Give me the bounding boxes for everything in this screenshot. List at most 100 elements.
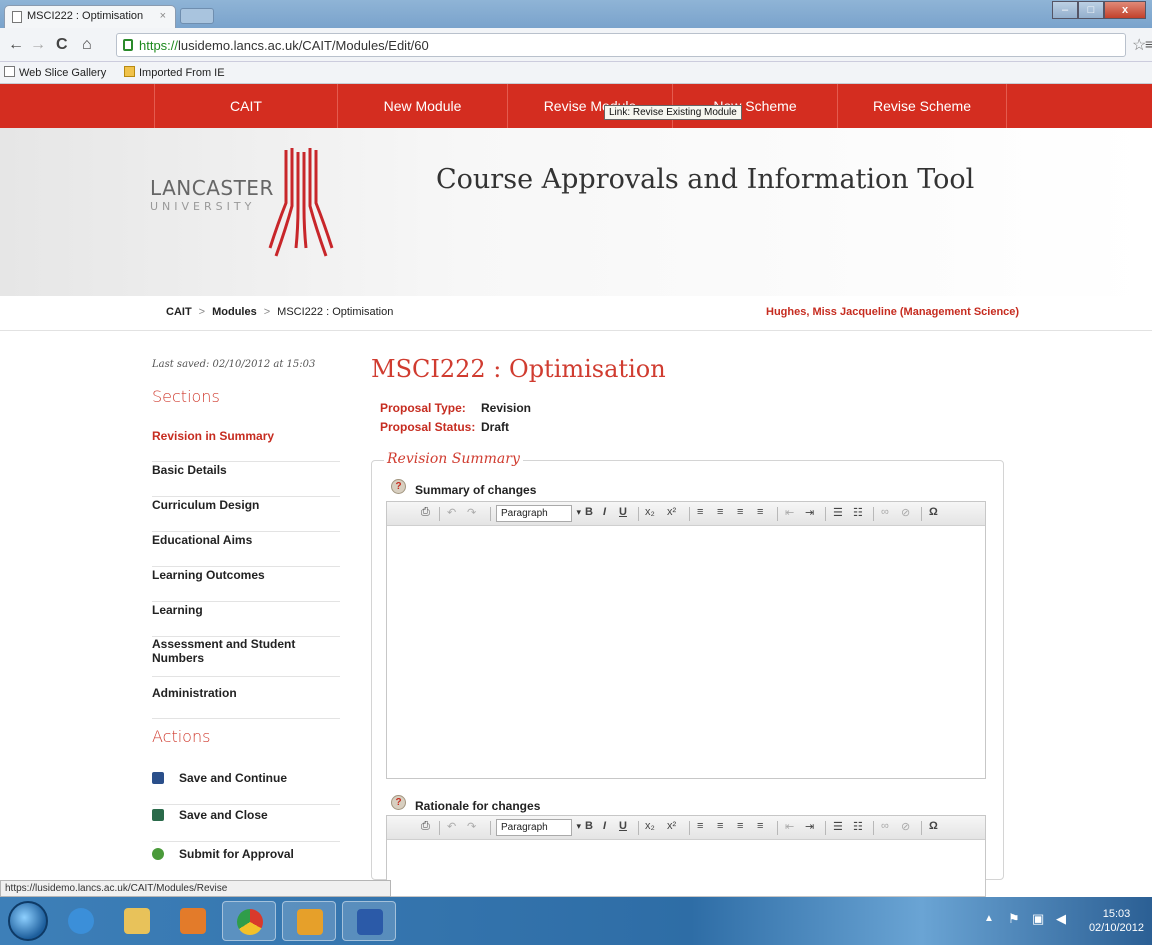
align-left-icon[interactable]: ≡ bbox=[697, 506, 703, 518]
breadcrumb-current: MSCI222 : Optimisation bbox=[277, 306, 394, 318]
home-icon[interactable]: ⌂ bbox=[82, 36, 92, 54]
superscript-icon[interactable]: x² bbox=[667, 820, 676, 832]
back-icon[interactable]: ← bbox=[8, 36, 24, 54]
bold-icon[interactable]: B bbox=[585, 820, 593, 832]
special-character-icon[interactable]: Ω bbox=[929, 820, 938, 832]
help-icon[interactable]: ? bbox=[391, 479, 406, 494]
maximize-button[interactable]: □ bbox=[1078, 1, 1104, 19]
print-icon[interactable]: ⎙ bbox=[421, 820, 430, 833]
page-icon bbox=[4, 66, 15, 77]
taskbar-explorer[interactable] bbox=[110, 901, 164, 941]
flag-icon[interactable]: ⚑ bbox=[1008, 911, 1020, 927]
section-learning-outcomes[interactable]: Learning Outcomes bbox=[152, 568, 340, 602]
link-icon[interactable]: ∞ bbox=[881, 820, 889, 832]
section-basic-details[interactable]: Basic Details bbox=[152, 463, 340, 497]
breadcrumb-separator: > bbox=[263, 306, 271, 318]
section-educational-aims[interactable]: Educational Aims bbox=[152, 533, 340, 567]
unlink-icon[interactable]: ⊘ bbox=[901, 820, 910, 833]
browser-tab[interactable]: MSCI222 : Optimisation × bbox=[4, 5, 176, 28]
volume-icon[interactable]: ◀ bbox=[1056, 911, 1066, 927]
sections-heading: Sections bbox=[152, 387, 220, 406]
nav-revise-scheme[interactable]: Revise Scheme bbox=[837, 84, 1007, 128]
browser-toolbar: ← → C ⌂ https://lusidemo.lancs.ac.uk/CAI… bbox=[0, 28, 1152, 62]
justify-icon[interactable]: ≡ bbox=[757, 820, 763, 832]
undo-icon[interactable]: ↶ bbox=[447, 506, 456, 519]
current-user[interactable]: Hughes, Miss Jacqueline (Management Scie… bbox=[766, 306, 1019, 318]
submit-approval-button[interactable]: Submit for Approval bbox=[152, 847, 340, 881]
outdent-icon[interactable]: ⇤ bbox=[785, 506, 794, 519]
breadcrumb: CAIT > Modules > MSCI222 : Optimisation bbox=[166, 306, 393, 318]
actions-heading: Actions bbox=[152, 727, 211, 746]
tab-close-icon[interactable]: × bbox=[160, 10, 166, 22]
align-center-icon[interactable]: ≡ bbox=[717, 506, 723, 518]
breadcrumb-cait[interactable]: CAIT bbox=[166, 306, 192, 318]
format-select[interactable]: Paragraph ▾ bbox=[496, 819, 581, 836]
nav-new-module[interactable]: New Module bbox=[337, 84, 507, 128]
section-learning[interactable]: Learning bbox=[152, 603, 340, 637]
unlink-icon[interactable]: ⊘ bbox=[901, 506, 910, 519]
rationale-editor[interactable]: ⎙ ↶ ↷ Paragraph ▾ B I U x₂ x² ≡ ≡ ≡ ≡ ⇤ ⇥… bbox=[386, 815, 986, 897]
help-icon[interactable]: ? bbox=[391, 795, 406, 810]
superscript-icon[interactable]: x² bbox=[667, 506, 676, 518]
section-administration[interactable]: Administration bbox=[152, 686, 340, 719]
numbered-list-icon[interactable]: ☷ bbox=[853, 820, 863, 833]
align-left-icon[interactable]: ≡ bbox=[697, 820, 703, 832]
align-right-icon[interactable]: ≡ bbox=[737, 506, 743, 518]
clock[interactable]: 15:03 02/10/2012 bbox=[1089, 907, 1144, 935]
menu-icon[interactable]: ≡ bbox=[1145, 36, 1152, 52]
redo-icon[interactable]: ↷ bbox=[467, 506, 476, 519]
underline-icon[interactable]: U bbox=[619, 506, 627, 518]
section-curriculum-design[interactable]: Curriculum Design bbox=[152, 498, 340, 532]
indent-icon[interactable]: ⇥ bbox=[805, 820, 814, 833]
taskbar-media[interactable] bbox=[166, 901, 220, 941]
nav-cait[interactable]: CAIT bbox=[154, 84, 337, 128]
reload-icon[interactable]: C bbox=[56, 36, 68, 54]
italic-icon[interactable]: I bbox=[603, 820, 606, 832]
italic-icon[interactable]: I bbox=[603, 506, 606, 518]
save-close-button[interactable]: Save and Close bbox=[152, 808, 340, 842]
bullet-list-icon[interactable]: ☰ bbox=[833, 820, 843, 833]
print-icon[interactable]: ⎙ bbox=[421, 506, 430, 519]
indent-icon[interactable]: ⇥ bbox=[805, 506, 814, 519]
save-continue-button[interactable]: Save and Continue bbox=[152, 771, 340, 805]
address-bar[interactable]: https://lusidemo.lancs.ac.uk/CAIT/Module… bbox=[116, 33, 1126, 57]
format-select[interactable]: Paragraph ▾ bbox=[496, 505, 581, 522]
taskbar-chrome[interactable] bbox=[222, 901, 276, 941]
bullet-list-icon[interactable]: ☰ bbox=[833, 506, 843, 519]
section-assessment[interactable]: Assessment and Student Numbers bbox=[152, 637, 322, 677]
bookmark-imported[interactable]: Imported From IE bbox=[124, 66, 225, 79]
align-right-icon[interactable]: ≡ bbox=[737, 820, 743, 832]
show-hidden-icons-icon[interactable]: ▲ bbox=[984, 913, 994, 924]
undo-icon[interactable]: ↶ bbox=[447, 820, 456, 833]
breadcrumb-bar: CAIT > Modules > MSCI222 : Optimisation Hugh… bbox=[0, 296, 1152, 331]
new-tab-button[interactable] bbox=[180, 8, 214, 24]
network-icon[interactable]: ▣ bbox=[1032, 911, 1044, 927]
url-path: lusidemo.lancs.ac.uk/CAIT/Modules/Edit/6… bbox=[178, 38, 429, 53]
bold-icon[interactable]: B bbox=[585, 506, 593, 518]
underline-icon[interactable]: U bbox=[619, 820, 627, 832]
start-button[interactable] bbox=[8, 901, 48, 941]
outdent-icon[interactable]: ⇤ bbox=[785, 820, 794, 833]
taskbar-ie[interactable] bbox=[54, 901, 108, 941]
taskbar-word[interactable] bbox=[342, 901, 396, 941]
url-scheme: https:// bbox=[139, 38, 179, 53]
taskbar-outlook[interactable] bbox=[282, 901, 336, 941]
minimize-button[interactable]: – bbox=[1052, 1, 1078, 19]
close-window-button[interactable]: x bbox=[1104, 1, 1146, 19]
summary-editor[interactable]: ⎙ ↶ ↷ Paragraph ▾ B I U x₂ x² ≡ ≡ ≡ ≡ ⇤ ⇥… bbox=[386, 501, 986, 779]
forward-icon[interactable]: → bbox=[30, 36, 46, 54]
subscript-icon[interactable]: x₂ bbox=[645, 820, 655, 832]
section-revision-summary[interactable]: Revision in Summary bbox=[152, 429, 340, 462]
link-icon[interactable]: ∞ bbox=[881, 506, 889, 518]
breadcrumb-modules[interactable]: Modules bbox=[212, 306, 257, 318]
chevron-down-icon: ▾ bbox=[576, 507, 581, 517]
redo-icon[interactable]: ↷ bbox=[467, 820, 476, 833]
align-center-icon[interactable]: ≡ bbox=[717, 820, 723, 832]
subscript-icon[interactable]: x₂ bbox=[645, 506, 655, 518]
status-bar-url: https://lusidemo.lancs.ac.uk/CAIT/Module… bbox=[0, 880, 391, 897]
university-logo[interactable]: LANCASTER UNIVERSITY bbox=[150, 176, 274, 213]
numbered-list-icon[interactable]: ☷ bbox=[853, 506, 863, 519]
special-character-icon[interactable]: Ω bbox=[929, 506, 938, 518]
bookmark-web-slice[interactable]: Web Slice Gallery bbox=[4, 66, 106, 79]
justify-icon[interactable]: ≡ bbox=[757, 506, 763, 518]
